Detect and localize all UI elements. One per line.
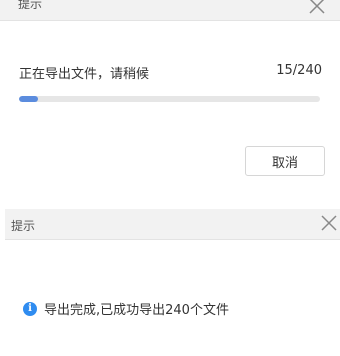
- dialog-title: 提示: [18, 0, 43, 11]
- export-status-text: 正在导出文件，请稍候: [19, 67, 150, 82]
- completion-message-text: 导出完成,已成功导出240个文件: [44, 303, 229, 318]
- export-progress-count: 15/240: [276, 63, 322, 78]
- export-progress-dialog: 提示 正在导出文件，请稍候 15/240 取消: [0, 0, 340, 196]
- info-icon: i: [23, 301, 37, 316]
- completion-message: i 导出完成,已成功导出240个文件: [23, 299, 229, 318]
- close-icon[interactable]: [308, 0, 326, 15]
- dialog-title: 提示: [11, 219, 36, 233]
- cancel-button[interactable]: 取消: [245, 146, 325, 176]
- close-icon[interactable]: [320, 214, 338, 232]
- dialog-titlebar: 提示: [5, 209, 340, 240]
- export-complete-dialog: 提示 i 导出完成,已成功导出240个文件: [0, 209, 340, 356]
- progress-bar-fill: [19, 96, 38, 102]
- progress-bar: [19, 96, 320, 102]
- dialog-titlebar: 提示: [0, 0, 340, 21]
